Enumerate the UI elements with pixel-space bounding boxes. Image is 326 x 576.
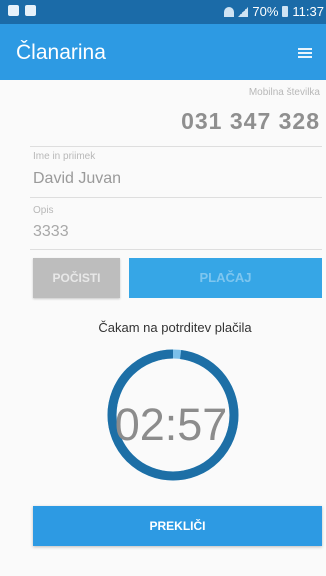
wifi-icon [224,6,235,17]
signal-icon [238,6,249,17]
divider [30,197,322,198]
status-indicators: 70% 11:37 [224,4,324,19]
phone-field[interactable]: 031 347 328 [181,108,320,135]
name-field[interactable]: David Juvan [33,170,121,188]
pay-button[interactable]: PLAČAJ [129,258,322,298]
app-bar: Članarina [0,24,326,80]
cancel-button[interactable]: PREKLIČI [33,506,322,546]
name-label: Ime in priimek [33,151,96,162]
menu-icon[interactable] [298,48,312,58]
clock: 11:37 [292,4,324,19]
notification-icons [8,5,36,16]
battery-percentage: 70% [252,4,279,19]
status-bar: 70% 11:37 [0,0,326,24]
app-title: Članarina [16,41,106,64]
divider [30,146,322,147]
divider [30,249,322,250]
countdown-timer: 02:57 [114,399,228,450]
clear-button[interactable]: POČISTI [33,258,120,298]
image-notification-icon [25,5,36,16]
phone-label: Mobilna številka [248,87,320,98]
gallery-notification-icon [8,5,19,16]
waiting-status-text: Čakam na potrditev plačila [98,320,252,335]
description-field[interactable]: 3333 [33,223,69,241]
battery-icon [282,6,289,17]
description-label: Opis [33,205,54,216]
